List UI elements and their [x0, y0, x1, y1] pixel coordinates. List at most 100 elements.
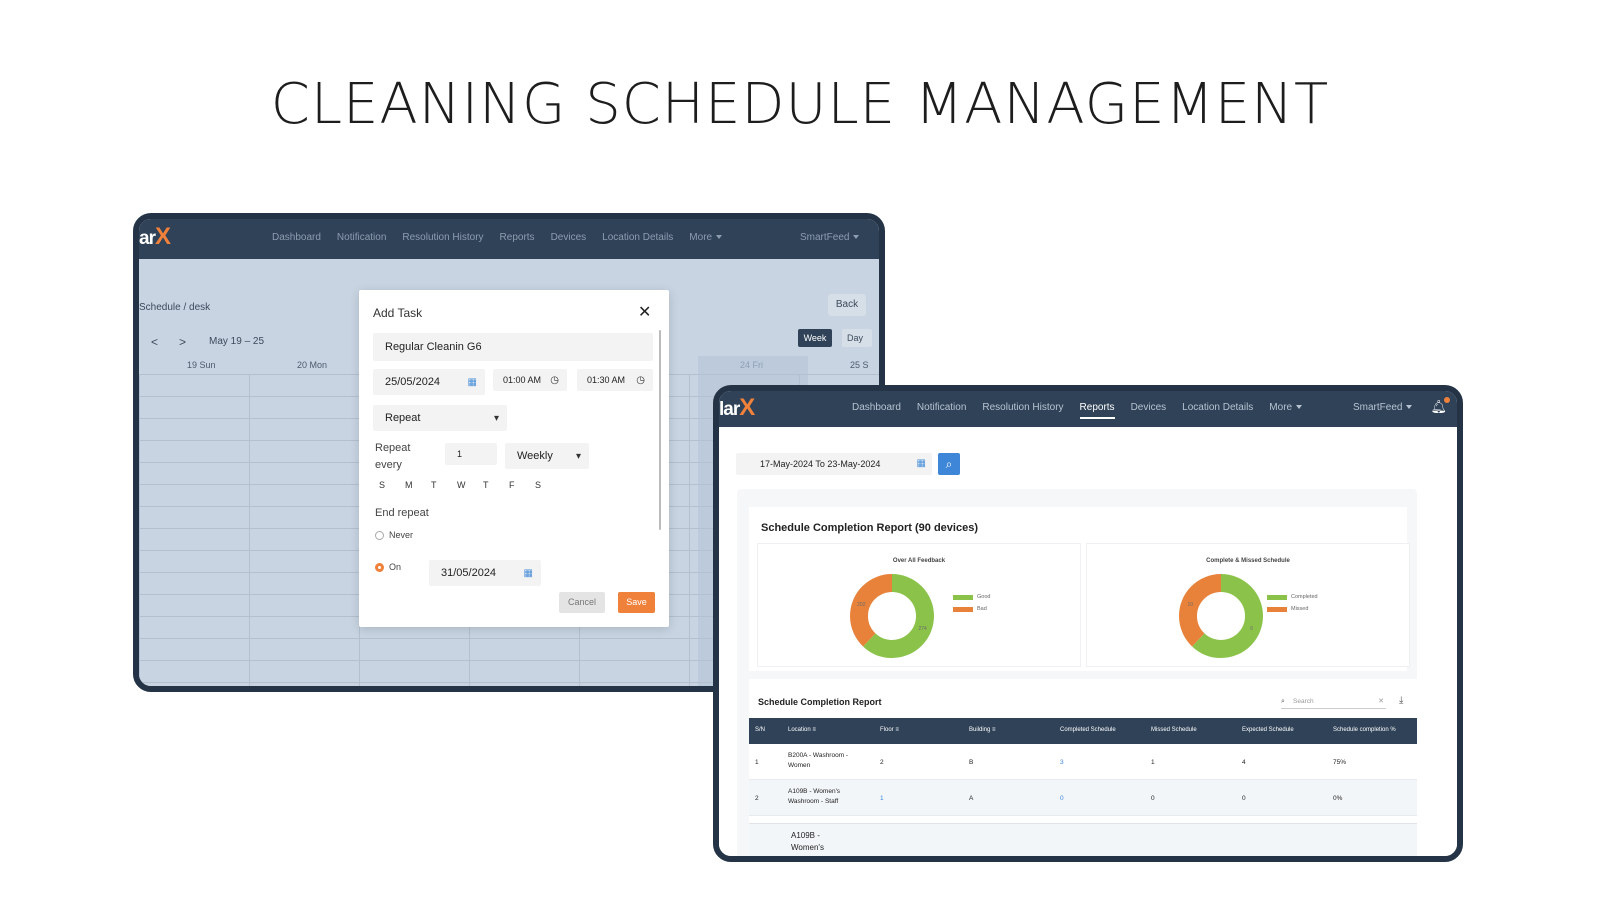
prev-week-button[interactable]: < [151, 335, 158, 349]
nav-reports[interactable]: Reports [500, 232, 535, 243]
notification-dot [1444, 397, 1450, 403]
task-name-field[interactable]: Regular Cleanin G6 [373, 333, 653, 361]
end-repeat-label: End repeat [375, 507, 429, 519]
save-button[interactable]: Save [618, 592, 655, 613]
clock-icon: ◷ [636, 374, 645, 386]
nav-more[interactable]: More [689, 232, 723, 243]
clock-icon: ◷ [550, 374, 559, 386]
donut-data-label: 202 [857, 602, 866, 608]
cell-building: A [969, 795, 974, 802]
cell-completed-link[interactable]: 3 [1060, 758, 1064, 768]
nav-resolution-history[interactable]: Resolution History [982, 402, 1063, 419]
start-time-field[interactable]: 01:00 AM ◷ [493, 369, 567, 391]
nav-location-details[interactable]: Location Details [1182, 402, 1253, 419]
donut-data-label: 6 [1250, 626, 1253, 632]
calendar-icon: ▦ [916, 458, 926, 469]
day-view-button[interactable]: Day [842, 329, 872, 347]
clear-icon[interactable]: ✕ [1378, 695, 1384, 709]
download-icon[interactable]: ⤓ [1399, 695, 1403, 706]
calendar-icon: ▦ [467, 376, 477, 388]
on-radio[interactable] [375, 563, 384, 572]
nav-devices[interactable]: Devices [551, 232, 587, 243]
search-icon: ⌕ [945, 457, 953, 471]
never-radio[interactable] [375, 531, 384, 540]
cancel-button[interactable]: Cancel [559, 592, 605, 613]
repeat-interval-input[interactable]: 1 [445, 443, 497, 465]
logo: larX [719, 394, 755, 421]
user-menu[interactable]: SmartFeed [800, 232, 860, 243]
close-icon[interactable]: ✕ [638, 302, 651, 322]
cell-completed-link[interactable]: 0 [1060, 794, 1064, 804]
complete-missed-chart: Complete & Missed Schedule 6 10 Completed… [1086, 543, 1410, 667]
column-header: 19 Sun [187, 360, 216, 370]
th-building[interactable]: Building ≡ [969, 727, 996, 733]
column-header: 20 Mon [297, 360, 328, 370]
filter-icon: ≡ [895, 727, 899, 733]
nav-reports[interactable]: Reports [1079, 402, 1115, 419]
report-body: 17-May-2024 To 23-May-2024 ▦ ⌕ Schedule C… [719, 427, 1457, 856]
donut-data-label: 10 [1188, 602, 1194, 608]
table-row[interactable]: 1 B200A - Washroom - Women 2 B 3 1 4 75% [749, 744, 1417, 780]
cell-floor-link[interactable]: 1 [880, 794, 884, 804]
nav-notification[interactable]: Notification [337, 232, 386, 243]
chevron-down-icon [716, 235, 723, 240]
cell-floor: 2 [880, 759, 884, 766]
chevron-down-icon: ▾ [493, 412, 499, 424]
table-row[interactable]: 2 A109B - Women's Washroom - Staff 1 A 0… [749, 780, 1417, 816]
completion-table-card: Schedule Completion Report ⌕ Search ✕ ⤓ … [749, 679, 1417, 856]
weekday-mon[interactable]: M [405, 480, 431, 490]
page-title: CLEANING SCHEDULE MANAGEMENT [270, 72, 1330, 137]
weekday-thu[interactable]: T [483, 480, 509, 490]
nav-dashboard[interactable]: Dashboard [852, 402, 901, 419]
th-completion-pct: Schedule completion % [1333, 727, 1396, 733]
calendar-icon: ▦ [523, 567, 533, 579]
bell-icon[interactable]: 🔔︎ [1430, 397, 1450, 415]
nav-more[interactable]: More [1269, 402, 1303, 419]
report-screen: larX Dashboard Notification Resolution H… [713, 385, 1463, 862]
chevron-down-icon: ▾ [575, 450, 581, 462]
add-task-dialog: Add Task ✕ Regular Cleanin G6 25/05/2024… [359, 290, 669, 627]
repeat-select[interactable]: Repeat ▾ [373, 405, 507, 431]
weekday-wed[interactable]: W [457, 480, 483, 490]
th-missed: Missed Schedule [1151, 727, 1197, 733]
weekday-sun[interactable]: S [379, 480, 405, 490]
user-menu[interactable]: SmartFeed [1353, 402, 1413, 413]
th-expected: Expected Schedule [1242, 727, 1294, 733]
weekday-fri[interactable]: F [509, 480, 535, 490]
nav-links: Dashboard Notification Resolution Histor… [852, 402, 1318, 419]
date-range-label: May 19 – 25 [209, 336, 265, 347]
nav-dashboard[interactable]: Dashboard [272, 232, 321, 243]
cell-completion-pct: 75% [1333, 759, 1347, 766]
nav-location-details[interactable]: Location Details [602, 232, 673, 243]
end-time-field[interactable]: 01:30 AM ◷ [577, 369, 653, 391]
table-title: Schedule Completion Report [758, 697, 882, 707]
weekday-sat[interactable]: S [535, 480, 561, 490]
repeat-unit-select[interactable]: Weekly ▾ [505, 443, 589, 469]
end-date-field[interactable]: 31/05/2024 ▦ [429, 560, 541, 586]
weekday-tue[interactable]: T [431, 480, 457, 490]
nav-resolution-history[interactable]: Resolution History [402, 232, 483, 243]
cell-sn: 2 [755, 795, 759, 802]
on-label: On [389, 562, 402, 572]
column-header: 24 Fri [740, 360, 764, 370]
cell-location: A109B - Women's Washroom - Staff [788, 788, 841, 805]
chart-title: Complete & Missed Schedule [1206, 558, 1290, 564]
th-floor[interactable]: Floor ≡ [880, 727, 899, 733]
next-week-button[interactable]: > [179, 335, 186, 349]
cell-missed: 0 [1151, 795, 1155, 802]
search-button[interactable]: ⌕ [938, 453, 960, 475]
table-search-input[interactable]: ⌕ Search ✕ [1281, 695, 1386, 709]
filter-icon: ≡ [812, 727, 816, 733]
table-row-partial[interactable]: A109B - Women's [749, 823, 1417, 856]
task-date-field[interactable]: 25/05/2024 ▦ [373, 369, 485, 395]
scrollbar[interactable] [659, 330, 661, 530]
th-location[interactable]: Location ≡ [788, 727, 816, 733]
th-sn: S/N [755, 727, 766, 733]
date-range-field[interactable]: 17-May-2024 To 23-May-2024 ▦ [736, 453, 932, 475]
cell-sn: 1 [755, 759, 759, 766]
back-button[interactable]: Back [828, 294, 866, 316]
nav-devices[interactable]: Devices [1131, 402, 1167, 419]
breadcrumb: Schedule / desk [139, 302, 211, 313]
nav-notification[interactable]: Notification [917, 402, 966, 419]
week-view-button[interactable]: Week [798, 329, 832, 347]
